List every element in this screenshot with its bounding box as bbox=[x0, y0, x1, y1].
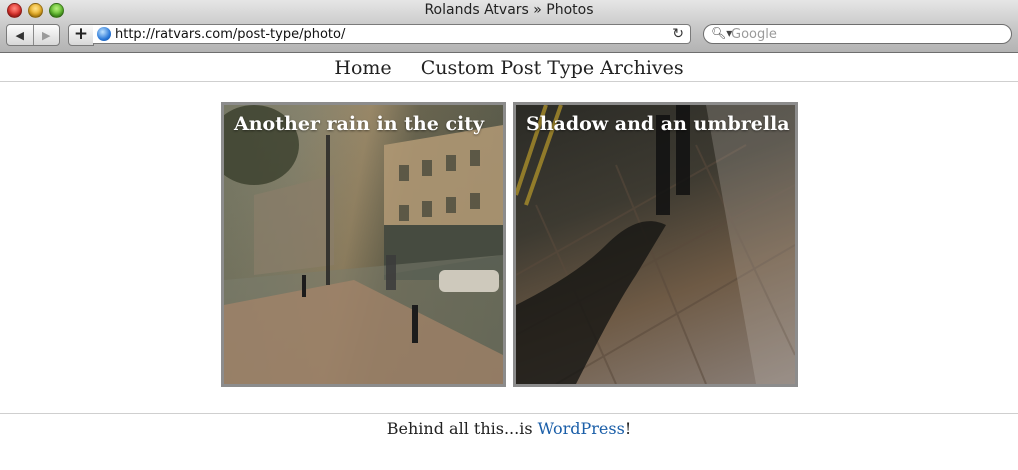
footer-text: Behind all this...is WordPress! bbox=[0, 419, 1018, 438]
address-bar[interactable]: http://ratvars.com/post-type/photo/ ↻ bbox=[93, 24, 691, 44]
photo-grid: Another rain in the city Shadow and an u… bbox=[221, 102, 798, 387]
photo-card[interactable]: Shadow and an umbrella bbox=[513, 102, 798, 387]
photo-title[interactable]: Shadow and an umbrella bbox=[526, 113, 790, 135]
photo-title[interactable]: Another rain in the city bbox=[234, 113, 484, 135]
back-arrow-icon: ◀ bbox=[15, 28, 24, 42]
street-photo-image bbox=[224, 105, 503, 384]
search-field[interactable]: 🔍︎▾ Google bbox=[703, 24, 1012, 44]
footer-prefix: Behind all this...is bbox=[386, 419, 538, 438]
globe-icon bbox=[97, 27, 111, 41]
shadow-photo-image bbox=[516, 105, 795, 384]
forward-arrow-icon: ▶ bbox=[42, 28, 51, 42]
forward-button[interactable]: ▶ bbox=[32, 25, 60, 45]
search-placeholder[interactable]: Google bbox=[731, 27, 777, 42]
wordpress-link[interactable]: WordPress bbox=[538, 419, 625, 438]
reload-icon[interactable]: ↻ bbox=[672, 26, 684, 42]
nav-item-custom-post-type-archives[interactable]: Custom Post Type Archives bbox=[421, 57, 684, 79]
photo-card[interactable]: Another rain in the city bbox=[221, 102, 506, 387]
site-navigation: Home Custom Post Type Archives bbox=[0, 55, 1018, 82]
footer-suffix: ! bbox=[624, 419, 632, 438]
back-forward-buttons: ◀ ▶ bbox=[6, 24, 60, 46]
back-button[interactable]: ◀ bbox=[7, 25, 33, 45]
browser-toolbar: Rolands Atvars » Photos ◀ ▶ + http://rat… bbox=[0, 0, 1018, 53]
site-footer: Behind all this...is WordPress! bbox=[0, 413, 1018, 470]
add-bookmark-button[interactable]: + bbox=[68, 24, 94, 46]
search-icon[interactable]: 🔍︎▾ bbox=[711, 26, 732, 40]
url-text[interactable]: http://ratvars.com/post-type/photo/ bbox=[115, 27, 345, 42]
nav-item-home[interactable]: Home bbox=[334, 57, 391, 79]
window-title: Rolands Atvars » Photos bbox=[424, 2, 594, 18]
